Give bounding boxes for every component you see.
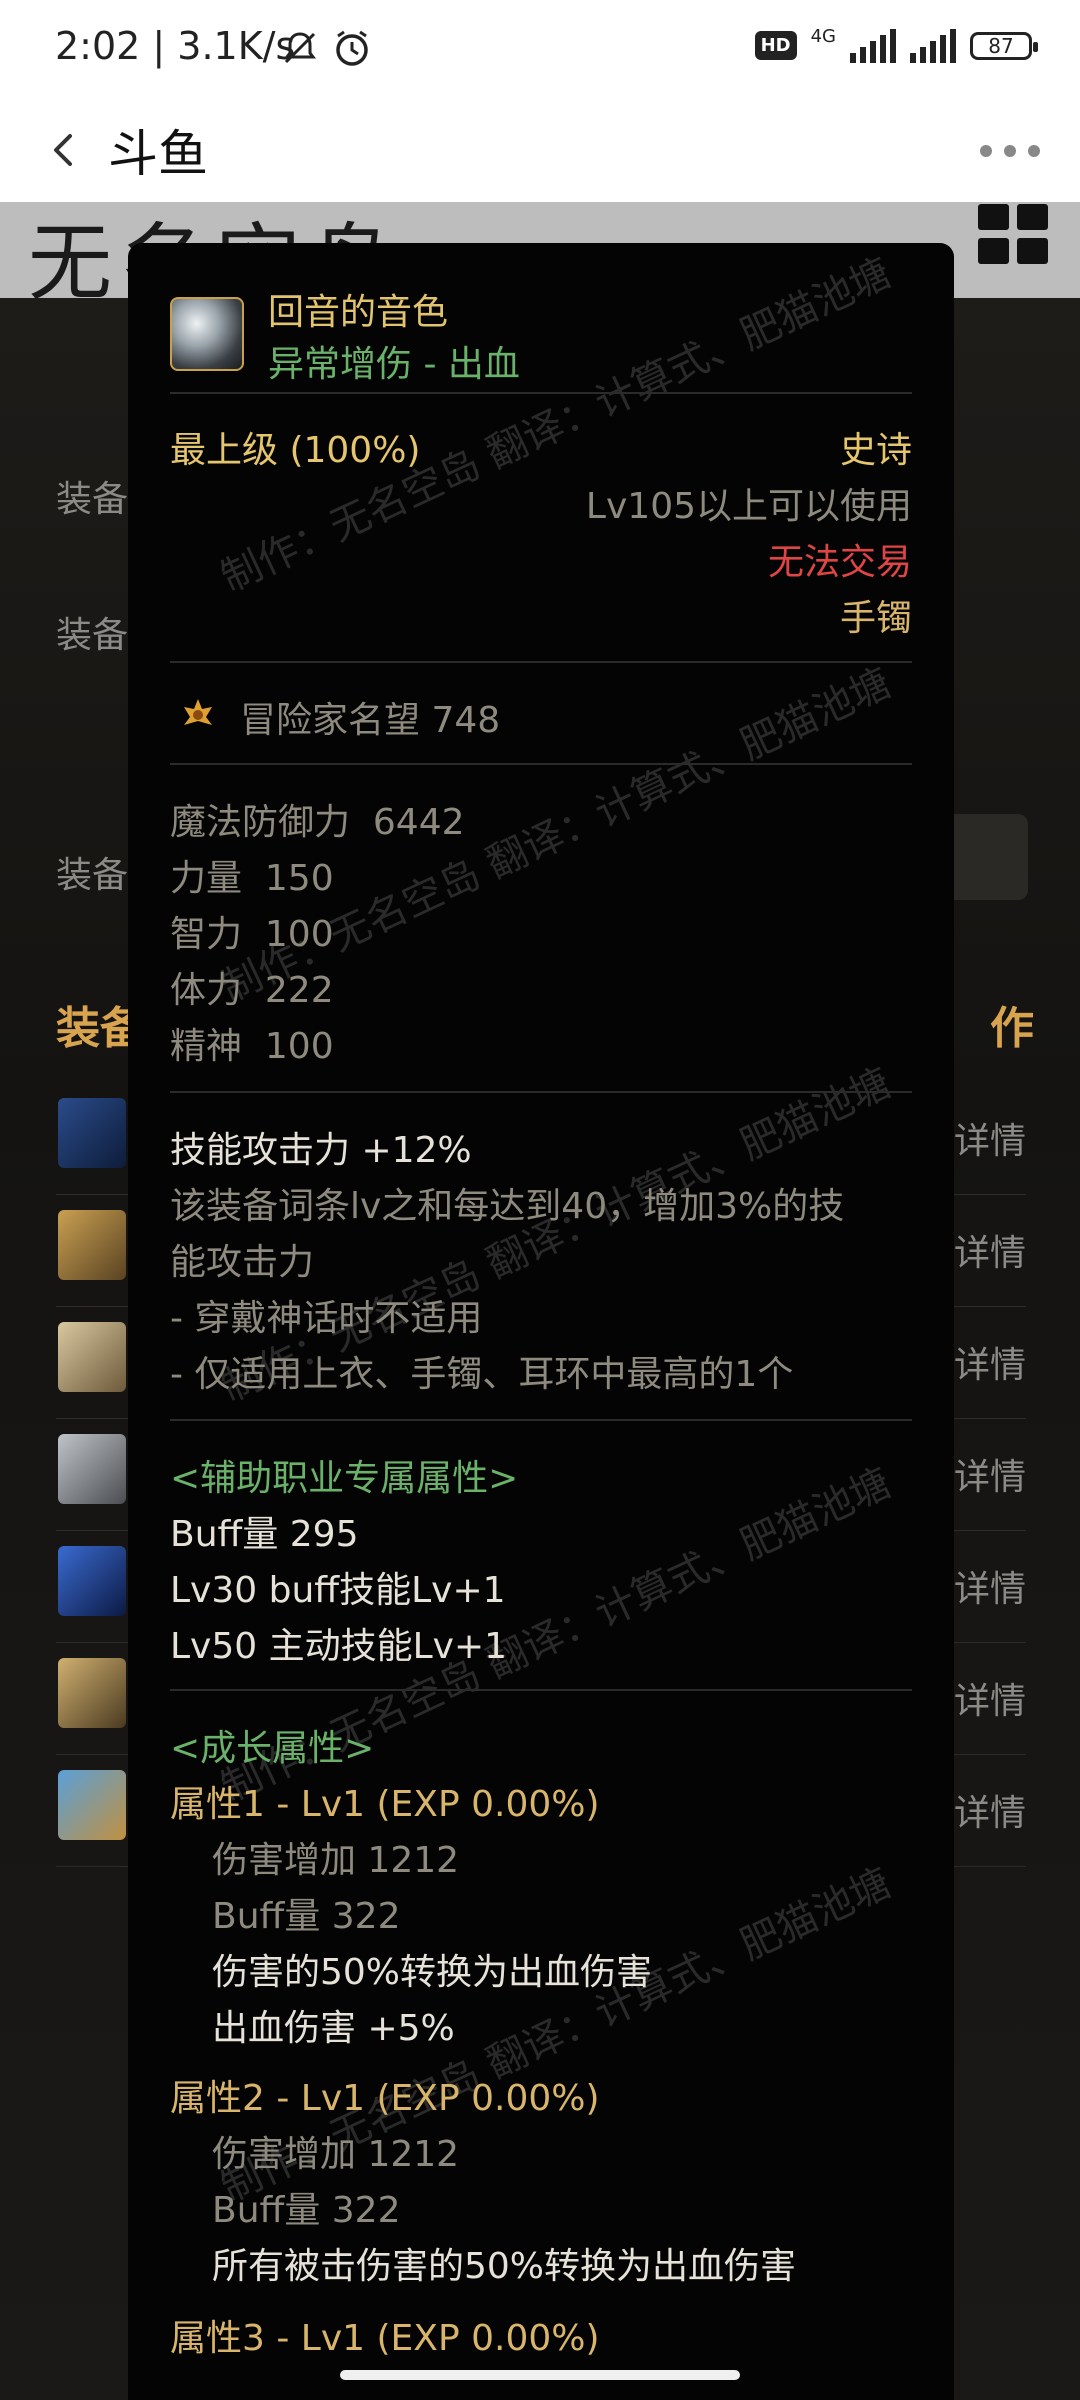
equipment-thumbnail: [58, 1210, 126, 1280]
detail-link[interactable]: 详情: [954, 1224, 1026, 1276]
level-requirement: Lv105以上可以使用: [585, 486, 912, 527]
bg-label-equip-2: 装备: [56, 615, 129, 656]
stat-row: 精神 100: [170, 1017, 334, 1069]
skill-attack: 技能攻击力 +12%: [170, 1130, 472, 1171]
signal-icon-2: [910, 28, 956, 63]
stat-label: 力量: [170, 858, 243, 899]
stat-label: 体力: [170, 970, 243, 1011]
stat-label: 智力: [170, 914, 243, 955]
attribute-title: 属性3 - Lv1 (EXP 0.00%): [170, 2318, 600, 2359]
stat-value: 150: [264, 858, 334, 899]
equipment-thumbnail: [58, 1770, 126, 1840]
item-grade: 最上级 (100%): [170, 430, 421, 471]
equipment-thumbnail: [58, 1658, 126, 1728]
skill-note: - 穿戴神话时不适用: [170, 1298, 483, 1339]
detail-link[interactable]: 详情: [954, 1672, 1026, 1724]
item-tooltip: 制作：无名空岛 翻译：计算式、肥猫池塘 制作：无名空岛 翻译：计算式、肥猫池塘 …: [128, 243, 954, 2400]
stat-value: 100: [264, 1026, 334, 1067]
attribute-effect: 出血伤害 +5%: [212, 2008, 455, 2049]
more-options-icon[interactable]: [980, 126, 1040, 176]
support-line: Lv30 buff技能Lv+1: [170, 1570, 506, 1611]
equipment-thumbnail: [58, 1546, 126, 1616]
item-rarity: 史诗: [839, 430, 912, 471]
bg-label-equip-1: 装备: [56, 479, 129, 520]
attribute-stat: Buff量 322: [212, 1896, 401, 1937]
equipment-thumbnail: [58, 1098, 126, 1168]
home-indicator[interactable]: [340, 2370, 740, 2380]
app-bar: 斗鱼: [0, 96, 1080, 202]
attribute-effect: 所有被击伤害的50%转换为出血伤害: [212, 2246, 797, 2287]
divider: [170, 1091, 912, 1093]
adventurer-fame: 冒险家名望 748: [240, 700, 501, 741]
stat-label: 精神: [170, 1026, 243, 1067]
attribute-stat: Buff量 322: [212, 2190, 401, 2231]
trade-status: 无法交易: [767, 542, 912, 583]
detail-link[interactable]: 详情: [954, 1336, 1026, 1388]
status-bar: 2:02 | 3.1K/s HD 4G 87: [0, 0, 1080, 96]
item-name: 回音的音色: [268, 292, 449, 333]
attribute-stat: 伤害增加 1212: [212, 2134, 460, 2175]
stat-row: 魔法防御力 6442: [170, 793, 465, 845]
bracelet-icon: [170, 297, 244, 371]
fame-icon: [184, 699, 212, 725]
equipment-thumbnail: [58, 1322, 126, 1392]
equipment-thumbnail: [58, 1434, 126, 1504]
attribute-effect: 伤害的50%转换为出血伤害: [212, 1952, 653, 1993]
attribute-title: 属性2 - Lv1 (EXP 0.00%): [170, 2078, 600, 2119]
skill-note: - 仅适用上衣、手镯、耳环中最高的1个: [170, 1354, 794, 1395]
divider: [170, 661, 912, 663]
back-icon[interactable]: [38, 122, 94, 178]
divider: [170, 763, 912, 765]
app-title: 斗鱼: [108, 125, 208, 183]
alarm-icon: [336, 30, 368, 66]
bg-label-equip-3: 装备: [56, 855, 129, 896]
growth-header: <成长属性>: [170, 1728, 375, 1769]
divider: [170, 1689, 912, 1691]
bg-section-heading-right: 作: [990, 1003, 1034, 1054]
support-line: Lv50 主动技能Lv+1: [170, 1626, 508, 1667]
detail-link[interactable]: 详情: [954, 1784, 1026, 1836]
stat-row: 力量 150: [170, 849, 334, 901]
battery-icon: 87: [970, 31, 1038, 60]
stat-row: 智力 100: [170, 905, 334, 957]
signal-icon: [850, 28, 896, 63]
item-subtitle: 异常增伤 - 出血: [268, 344, 520, 385]
stat-value: 100: [264, 914, 334, 955]
status-time: 2:02 | 3.1K/s: [55, 24, 296, 68]
skill-description: 该装备词条lv之和每达到40，增加3%的技: [170, 1186, 845, 1227]
detail-link[interactable]: 详情: [954, 1560, 1026, 1612]
grid-menu-icon[interactable]: [978, 204, 1048, 264]
support-line: Buff量 295: [170, 1514, 359, 1555]
attribute-stat: 伤害增加 1212: [212, 1840, 460, 1881]
battery-level: 87: [988, 33, 1014, 58]
network-type: 4G: [810, 26, 836, 47]
attribute-title: 属性1 - Lv1 (EXP 0.00%): [170, 1784, 600, 1825]
divider: [170, 1419, 912, 1421]
stat-label: 魔法防御力: [170, 802, 351, 843]
equip-slot: 手镯: [839, 598, 912, 639]
divider: [170, 392, 912, 394]
hd-badge: HD: [754, 31, 797, 60]
detail-link[interactable]: 详情: [954, 1448, 1026, 1500]
stat-value: 6442: [372, 802, 465, 843]
stat-value: 222: [264, 970, 334, 1011]
support-header: <辅助职业专属属性>: [170, 1458, 519, 1499]
detail-link[interactable]: 详情: [954, 1112, 1026, 1164]
mute-icon: [284, 32, 316, 64]
stat-row: 体力 222: [170, 961, 334, 1013]
skill-description-cont: 能攻击力: [170, 1242, 315, 1283]
